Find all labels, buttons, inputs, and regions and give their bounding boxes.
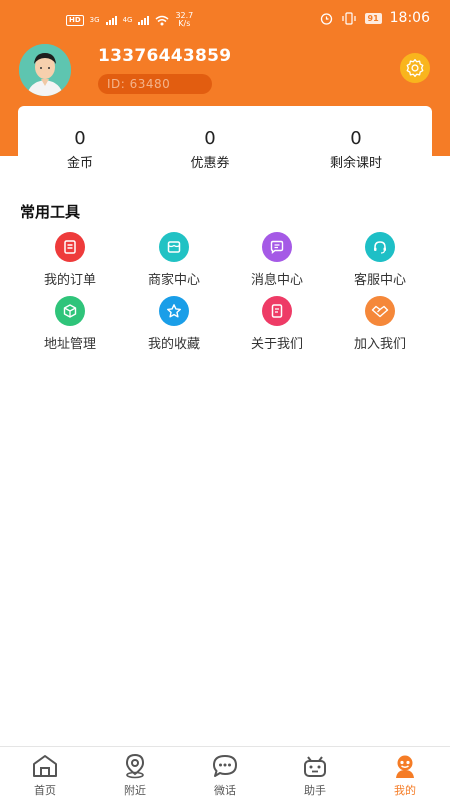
nav-nearby[interactable]: 附近 <box>90 753 180 798</box>
tool-customer-service[interactable]: 客服中心 <box>330 232 430 288</box>
status-bar-right: 91 18:06 <box>320 10 430 26</box>
tool-label: 关于我们 <box>250 337 303 352</box>
nav-assistant[interactable]: 助手 <box>270 753 360 798</box>
stat-value: 0 <box>350 128 362 149</box>
gear-icon <box>406 59 424 78</box>
tool-about-us[interactable]: 关于我们 <box>227 296 327 352</box>
status-bar-left: HD 3G 4G 32.7 K/s <box>66 12 193 28</box>
user-phone: 13376443859 <box>98 46 232 66</box>
network-speed: 32.7 K/s <box>175 12 193 28</box>
nav-label: 微话 <box>214 784 236 797</box>
nav-home[interactable]: 首页 <box>0 753 90 798</box>
chat-icon <box>180 753 270 779</box>
stat-label: 金币 <box>66 156 93 171</box>
order-icon <box>55 232 85 262</box>
home-icon <box>0 753 90 779</box>
speed-unit: K/s <box>178 19 191 28</box>
hd-badge: HD <box>66 14 84 26</box>
box-icon <box>55 296 85 326</box>
signal-icon <box>138 15 150 25</box>
stat-value: 0 <box>74 128 86 149</box>
tool-label: 加入我们 <box>353 337 406 352</box>
clock: 18:06 <box>389 10 430 26</box>
network-3g-label: 3G <box>89 16 100 24</box>
tool-label: 商家中心 <box>147 273 200 288</box>
signal-icon <box>105 15 117 25</box>
nav-microtalk[interactable]: 微话 <box>180 753 270 798</box>
tool-label: 我的收藏 <box>147 337 200 352</box>
nav-label: 我的 <box>394 784 416 797</box>
message-icon <box>262 232 292 262</box>
stat-label: 剩余课时 <box>329 156 382 171</box>
avatar[interactable] <box>19 44 71 96</box>
avatar-image <box>19 44 71 96</box>
tools-section-title: 常用工具 <box>20 203 81 221</box>
wifi-icon <box>155 15 169 25</box>
tool-label: 地址管理 <box>43 337 96 352</box>
vibrate-icon <box>341 11 356 25</box>
user-id-badge: ID: 63480 <box>98 74 212 94</box>
stat-label: 优惠券 <box>190 156 230 171</box>
profile-icon <box>360 753 450 779</box>
tool-label: 消息中心 <box>250 273 303 288</box>
nav-label: 助手 <box>304 784 326 797</box>
settings-button[interactable] <box>400 53 430 83</box>
battery-indicator: 91 <box>364 12 382 24</box>
tool-my-orders[interactable]: 我的订单 <box>20 232 120 288</box>
stats-card: 0 金币 0 优惠券 0 剩余课时 <box>18 106 432 184</box>
location-icon <box>90 753 180 779</box>
network-4g-label: 4G <box>122 16 133 24</box>
star-icon <box>159 296 189 326</box>
tool-label: 我的订单 <box>43 273 96 288</box>
handshake-icon <box>365 296 395 326</box>
stat-value: 0 <box>204 128 216 149</box>
shop-icon <box>159 232 189 262</box>
headset-icon <box>365 232 395 262</box>
tool-message-center[interactable]: 消息中心 <box>227 232 327 288</box>
tool-join-us[interactable]: 加入我们 <box>330 296 430 352</box>
status-bar: HD 3G 4G 32.7 K/s 91 18:06 <box>0 8 450 34</box>
bottom-navigation: 首页 附近 微话 助手 我的 <box>0 746 450 801</box>
nav-label: 附近 <box>124 784 146 797</box>
nav-label: 首页 <box>34 784 56 797</box>
stat-remaining-lessons[interactable]: 0 剩余课时 <box>301 128 411 171</box>
robot-icon <box>270 753 360 779</box>
document-icon <box>262 296 292 326</box>
alarm-icon <box>320 12 332 25</box>
tool-label: 客服中心 <box>353 273 406 288</box>
nav-mine[interactable]: 我的 <box>360 753 450 798</box>
tool-address-management[interactable]: 地址管理 <box>20 296 120 352</box>
stat-coins[interactable]: 0 金币 <box>25 128 135 171</box>
tool-my-favorites[interactable]: 我的收藏 <box>124 296 224 352</box>
tool-merchant-center[interactable]: 商家中心 <box>124 232 224 288</box>
stat-coupons[interactable]: 0 优惠券 <box>155 128 265 171</box>
